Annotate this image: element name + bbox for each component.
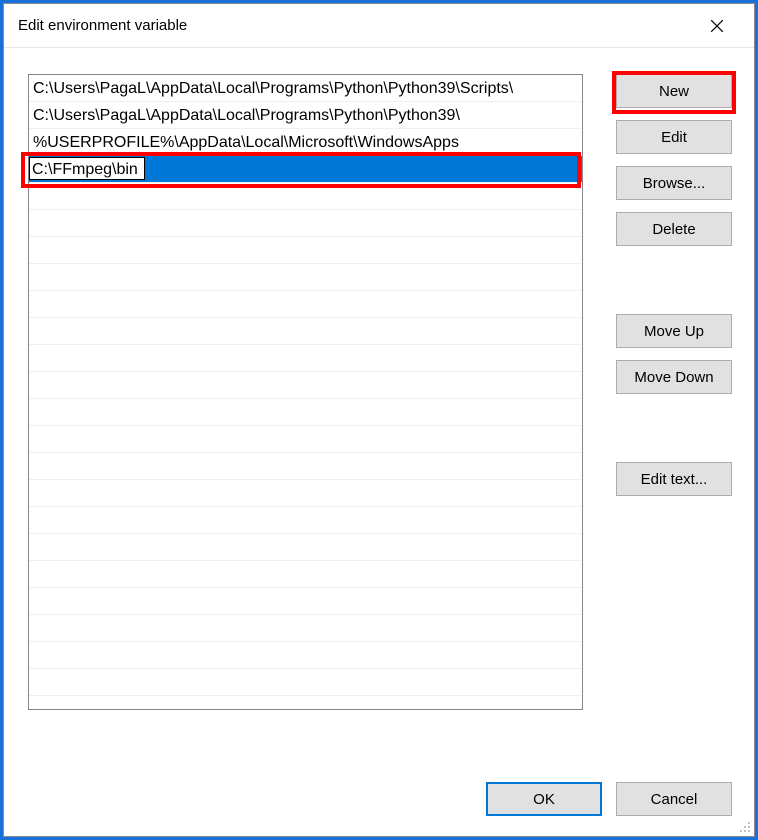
close-button[interactable] — [694, 4, 740, 48]
list-item-empty[interactable] — [29, 399, 582, 426]
move-down-button[interactable]: Move Down — [616, 360, 732, 394]
list-item[interactable]: %USERPROFILE%\AppData\Local\Microsoft\Wi… — [29, 129, 582, 156]
dialog-window: Edit environment variable C:\Users\PagaL… — [3, 3, 755, 837]
list-item-empty[interactable] — [29, 615, 582, 642]
browse-button[interactable]: Browse... — [616, 166, 732, 200]
move-up-button[interactable]: Move Up — [616, 314, 732, 348]
new-button[interactable]: New — [616, 74, 732, 108]
list-item[interactable]: C:\Users\PagaL\AppData\Local\Programs\Py… — [29, 75, 582, 102]
edit-text-button[interactable]: Edit text... — [616, 462, 732, 496]
button-column: New Edit Browse... Delete Move Up Move D… — [616, 74, 732, 764]
ok-button[interactable]: OK — [486, 782, 602, 816]
dialog-body: C:\Users\PagaL\AppData\Local\Programs\Py… — [4, 48, 754, 782]
list-item-empty[interactable] — [29, 210, 582, 237]
edit-button[interactable]: Edit — [616, 120, 732, 154]
cancel-button[interactable]: Cancel — [616, 782, 732, 816]
list-item-empty[interactable] — [29, 426, 582, 453]
window-title: Edit environment variable — [18, 17, 694, 34]
list-item-empty[interactable] — [29, 264, 582, 291]
list-item-empty[interactable] — [29, 642, 582, 669]
list-item[interactable]: C:\Users\PagaL\AppData\Local\Programs\Py… — [29, 102, 582, 129]
list-item-edit-input[interactable]: C:\FFmpeg\bin — [29, 157, 145, 180]
list-item-empty[interactable] — [29, 237, 582, 264]
list-item-empty[interactable] — [29, 561, 582, 588]
list-item-empty[interactable] — [29, 183, 582, 210]
list-item-empty[interactable] — [29, 372, 582, 399]
dialog-footer: OK Cancel — [4, 782, 754, 836]
list-item-empty[interactable] — [29, 291, 582, 318]
close-icon — [710, 19, 724, 33]
list-item-editing[interactable]: C:\FFmpeg\bin — [29, 156, 582, 183]
list-column: C:\Users\PagaL\AppData\Local\Programs\Py… — [28, 74, 594, 764]
list-item-empty[interactable] — [29, 345, 582, 372]
path-listbox[interactable]: C:\Users\PagaL\AppData\Local\Programs\Py… — [28, 74, 583, 710]
titlebar: Edit environment variable — [4, 4, 754, 48]
list-item-empty[interactable] — [29, 453, 582, 480]
resize-grip-icon[interactable] — [737, 819, 751, 833]
list-item-empty[interactable] — [29, 480, 582, 507]
list-item-empty[interactable] — [29, 318, 582, 345]
list-item-empty[interactable] — [29, 507, 582, 534]
list-item-empty[interactable] — [29, 669, 582, 696]
list-item-empty[interactable] — [29, 588, 582, 615]
delete-button[interactable]: Delete — [616, 212, 732, 246]
list-item-empty[interactable] — [29, 534, 582, 561]
list-item-empty[interactable] — [29, 696, 582, 710]
